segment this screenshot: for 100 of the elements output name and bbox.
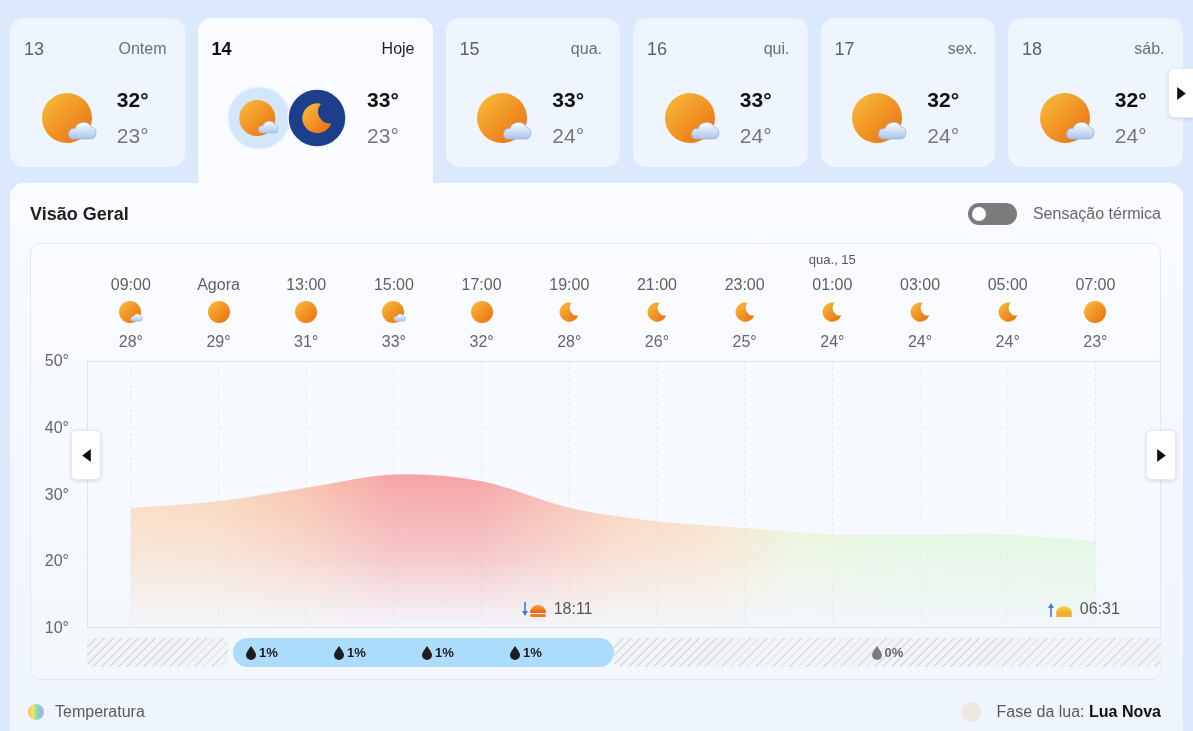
hour-label: 15:00 [373,275,414,295]
legend-label: Temperatura [55,703,145,721]
day-number: 13 [24,38,45,60]
low-temp: 23° [367,124,399,148]
drop-icon [871,645,882,660]
hour-temp: 23° [1083,332,1108,352]
caret-left-icon [81,448,91,462]
section-title: Visão Geral [30,203,129,225]
sun-icon [1084,301,1107,323]
axis-label: 20° [44,551,69,572]
day-number: 18 [1022,38,1043,60]
precipitation-value: 0% [884,645,904,660]
drop-icon [422,645,432,660]
hour-label: 09:00 [110,275,151,295]
sunset-icon [521,600,546,618]
sun-cloud-icon [381,301,406,323]
hour-temp: 24° [995,332,1020,352]
precipitation-value: 1% [435,645,454,660]
day-number: 15 [459,38,480,60]
day-tab[interactable]: 13 Ontem 32° 23° [10,18,185,167]
drop-icon [246,645,256,660]
high-temp: 33° [552,88,585,112]
hour-temp: 28° [557,332,582,352]
sun-icon [207,301,230,323]
day-number: 16 [647,38,668,60]
day-number: 14 [211,38,232,60]
hour-temp: 33° [381,332,406,352]
high-temp: 33° [739,88,772,112]
high-temp: 32° [927,88,960,112]
caret-right-icon [1156,448,1166,462]
day-tab[interactable]: 14 Hoje 33° 23° [197,18,433,183]
hour-label: 01:00 [812,275,853,295]
precipitation-value: 1% [523,645,542,660]
hour-temp: 24° [907,332,933,352]
sun-cloud-icon [852,93,908,143]
hour-label: 17:00 [461,275,502,295]
hour-label: 21:00 [636,275,677,295]
day-tab[interactable]: 18 sáb. 32° 24° [1008,18,1183,167]
day-label: Hoje [381,40,415,58]
hour-label: 03:00 [900,275,941,295]
high-temp: 33° [367,88,399,112]
toggle-switch[interactable] [967,203,1017,225]
sun-icon [295,301,318,323]
sun-time: 06:31 [1079,599,1120,619]
sun-cloud-icon [477,93,533,143]
moon-icon [909,301,932,323]
low-temp: 24° [739,124,772,148]
precipitation-value: 1% [259,645,278,660]
moon-icon [558,301,581,323]
hour-temp: 31° [294,332,319,352]
hour-temp: 28° [118,332,143,352]
day-tab[interactable]: 16 qui. 33° 24° [633,18,808,167]
moon-phase-icon [961,702,982,722]
day-label: qua. [570,40,602,58]
hour-temp: 32° [469,332,494,352]
next-button[interactable] [1168,68,1193,118]
sun-cloud-icon [118,301,143,323]
hour-temp: 25° [732,332,757,352]
day-label: qui. [763,40,790,58]
hour-temp: 29° [206,332,231,352]
axis-label: 50° [44,351,69,371]
day-label: Ontem [118,40,167,58]
sun-cloud-icon [227,86,292,150]
previous-button[interactable] [71,430,101,480]
precipitation-value: 1% [347,645,366,660]
day-tab[interactable]: 15 qua. 33° 24° [445,18,620,167]
moon-icon [733,301,756,323]
axis-label: 30° [44,484,69,505]
hour-temp: 24° [820,332,845,352]
moon-phase-text: Fase da lua: Lua Nova [996,703,1161,721]
next-button[interactable] [1146,430,1176,480]
hour-label: 23:00 [724,275,765,295]
gradient-dot-icon [28,704,44,720]
day-label: sex. [947,40,977,58]
moon-icon [821,301,844,323]
caret-right-icon [1176,86,1186,100]
moon-icon [287,88,348,148]
hour-label: 05:00 [987,275,1028,295]
toggle-label: Sensação térmica [1032,205,1161,223]
sun-cloud-icon [1039,93,1095,143]
drop-icon [334,645,344,660]
axis-label: 10° [44,618,69,638]
moon-icon [996,301,1019,323]
high-temp: 32° [1114,88,1147,112]
sun-cloud-icon [664,93,720,143]
high-temp: 32° [116,88,149,112]
low-temp: 24° [927,124,960,148]
date-label: qua., 15 [808,252,856,268]
sun-time: 18:11 [553,599,593,619]
day-tab[interactable]: 17 sex. 32° 24° [820,18,995,167]
hour-label: 19:00 [549,275,590,295]
hour-label: Agora [197,275,240,295]
low-temp: 24° [552,124,585,148]
drop-icon [510,645,520,660]
low-temp: 23° [116,124,149,148]
sun-cloud-icon [41,93,97,143]
day-number: 17 [834,38,855,60]
sun-icon [470,301,493,323]
axis-label: 40° [44,417,69,438]
hour-temp: 26° [644,332,670,352]
